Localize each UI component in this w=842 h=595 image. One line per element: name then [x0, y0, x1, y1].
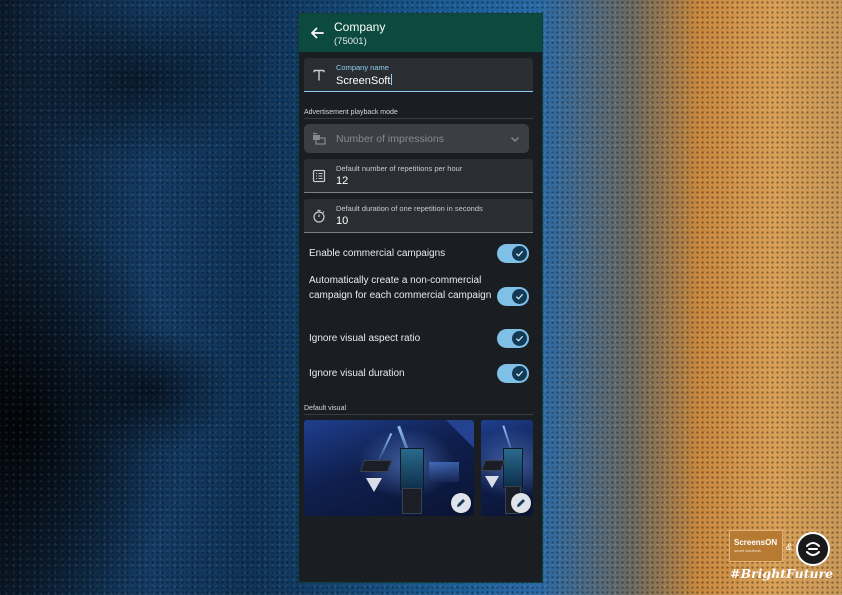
- duration-input[interactable]: 10: [336, 215, 348, 227]
- text-format-icon: [313, 69, 325, 81]
- city-lights: [429, 462, 459, 482]
- timer-icon: [313, 209, 325, 223]
- chevron-down-icon: [511, 137, 519, 142]
- section-divider: [304, 414, 533, 415]
- toggle-label: Ignore visual aspect ratio: [309, 333, 421, 344]
- toggle-row-aspect-ratio: Ignore visual aspect ratio: [309, 329, 529, 349]
- ignore-aspect-ratio-toggle[interactable]: [497, 329, 529, 348]
- partner-mark-icon: [806, 542, 820, 556]
- toggle-knob: [512, 289, 527, 304]
- playback-mode-value: Number of impressions: [336, 133, 444, 145]
- pencil-icon: [517, 499, 525, 507]
- section-divider: [304, 118, 533, 119]
- brand-name: ScreensON: [734, 538, 778, 547]
- company-name-input[interactable]: ScreenSoft: [336, 74, 393, 87]
- auto-non-commercial-toggle[interactable]: [497, 287, 529, 306]
- default-visual-label: Default visual: [304, 405, 347, 412]
- brand-tagline: smart solutions: [734, 548, 761, 553]
- duration-label: Default duration of one repetition in se…: [336, 204, 483, 213]
- kiosk-desk: [359, 460, 393, 472]
- brand-logo: ScreensON smart solutions & #BrightFutur…: [726, 526, 836, 588]
- ignore-visual-duration-toggle[interactable]: [497, 364, 529, 383]
- screenson-logo: ScreensON smart solutions: [729, 530, 783, 562]
- toggle-row-commercial-campaigns: Enable commercial campaigns: [309, 244, 529, 264]
- check-icon: [515, 250, 524, 257]
- playback-mode-icon: [313, 133, 326, 145]
- toggle-label: Enable commercial campaigns: [309, 248, 446, 259]
- check-icon: [515, 370, 524, 377]
- repetition-duration-field[interactable]: Default duration of one repetition in se…: [304, 199, 533, 233]
- repetitions-input[interactable]: 12: [336, 175, 348, 187]
- company-name-field[interactable]: Company name ScreenSoft: [304, 58, 533, 92]
- default-visual-thumbnail[interactable]: [304, 420, 474, 516]
- toggle-knob: [512, 366, 527, 381]
- toggle-row-visual-duration: Ignore visual duration: [309, 364, 529, 384]
- list-icon: [312, 169, 326, 183]
- arrow-shape: [366, 478, 382, 492]
- edit-visual-button[interactable]: [511, 493, 531, 513]
- edit-visual-button[interactable]: [451, 493, 471, 513]
- playback-section-label: Advertisement playback mode: [304, 109, 398, 116]
- page-title: Company: [334, 20, 386, 34]
- repetitions-label: Default number of repetitions per hour: [336, 164, 463, 173]
- kiosk-stand: [402, 488, 422, 514]
- check-icon: [515, 335, 524, 342]
- toggle-knob: [512, 246, 527, 261]
- corner-shape: [446, 420, 474, 448]
- toggle-label: Ignore visual duration: [309, 368, 405, 379]
- playback-mode-select[interactable]: Number of impressions: [304, 124, 529, 153]
- partner-logo: [796, 532, 830, 566]
- light-beam: [377, 432, 393, 462]
- kiosk-desk: [481, 460, 506, 471]
- kiosk-screen: [400, 448, 424, 490]
- toggle-knob: [512, 331, 527, 346]
- company-id: (75001): [334, 36, 367, 47]
- default-visual-thumbnail[interactable]: [481, 420, 533, 516]
- repetitions-per-hour-field[interactable]: Default number of repetitions per hour 1…: [304, 159, 533, 193]
- arrow-left-icon[interactable]: [309, 25, 325, 41]
- pencil-icon: [457, 499, 465, 507]
- company-name-value: ScreenSoft: [336, 75, 391, 87]
- text-caret: [391, 74, 393, 85]
- company-settings-panel: Company (75001) Company name ScreenSoft …: [299, 14, 542, 582]
- commercial-campaigns-toggle[interactable]: [497, 244, 529, 263]
- brand-hashtag: #BrightFuture: [730, 566, 834, 581]
- toggle-label: Automatically create a non-commercial ca…: [309, 275, 492, 301]
- kiosk-screen: [503, 448, 523, 488]
- check-icon: [515, 293, 524, 300]
- company-name-label: Company name: [336, 63, 389, 72]
- brand-ampersand: &: [786, 542, 793, 552]
- arrow-shape: [485, 476, 499, 488]
- app-header: Company (75001): [299, 14, 542, 52]
- toggle-row-auto-non-commercial: Automatically create a non-commercial ca…: [309, 273, 529, 319]
